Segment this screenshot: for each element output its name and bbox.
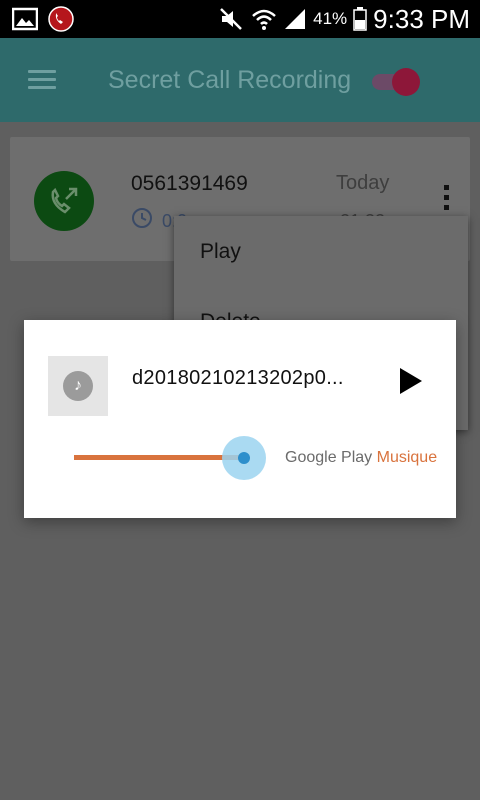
album-art: ♪ — [48, 356, 108, 416]
battery-icon — [353, 7, 367, 31]
clock-time: 9:33 PM — [373, 3, 470, 34]
app-title: Secret Call Recording — [108, 66, 352, 94]
more-options-icon[interactable] — [442, 185, 450, 215]
wifi-icon — [252, 9, 276, 30]
outgoing-call-icon — [34, 171, 94, 231]
play-button[interactable] — [396, 364, 426, 398]
phone-number: 0561391469 — [131, 172, 248, 195]
hamburger-menu-icon[interactable] — [28, 70, 56, 90]
seek-progress — [74, 455, 244, 460]
menu-item-play[interactable]: Play — [200, 240, 241, 264]
seek-bar[interactable] — [74, 436, 274, 480]
music-note-icon: ♪ — [63, 371, 93, 401]
app-bar: Secret Call Recording — [0, 38, 480, 122]
track-name: d20180210213202p0... — [132, 367, 344, 389]
status-bar: 41% 9:33 PM — [0, 0, 480, 38]
media-player-dialog: ♪ d20180210213202p0... Google Play Musiq… — [24, 320, 456, 518]
google-play-musique-logo: Google Play Musique — [285, 449, 437, 467]
mute-icon — [220, 8, 243, 30]
brand-google-play: Google Play — [285, 449, 373, 466]
gallery-icon — [12, 7, 38, 31]
brand-musique: Musique — [376, 449, 438, 466]
clock-icon — [132, 208, 152, 228]
signal-icon — [285, 9, 306, 29]
recording-date: Today — [336, 172, 390, 194]
battery-percent: 41% — [313, 9, 348, 28]
call-recorder-notification-icon — [48, 6, 74, 32]
recording-toggle[interactable] — [372, 68, 420, 96]
seek-thumb[interactable] — [238, 452, 250, 464]
